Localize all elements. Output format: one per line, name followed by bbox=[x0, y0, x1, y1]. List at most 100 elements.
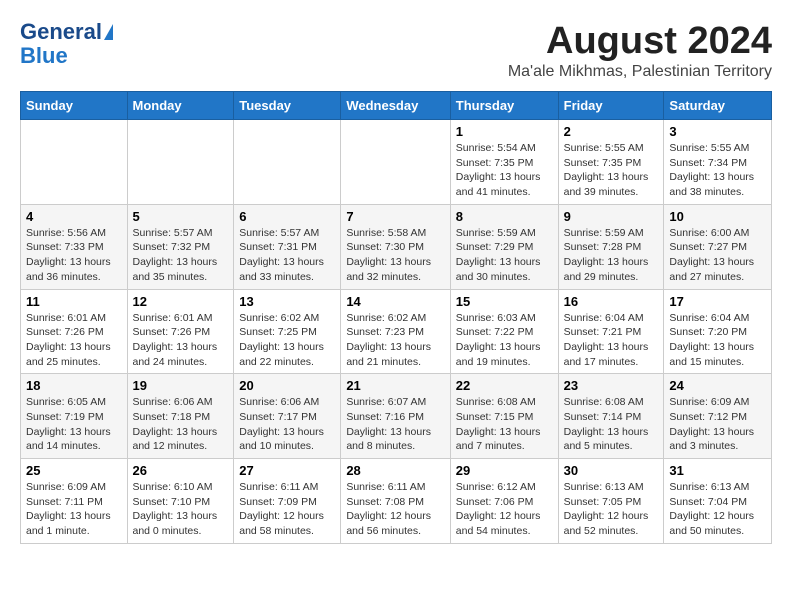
day-number: 14 bbox=[346, 294, 444, 309]
day-info: Sunrise: 5:58 AM Sunset: 7:30 PM Dayligh… bbox=[346, 226, 444, 285]
calendar-day-cell: 15 Sunrise: 6:03 AM Sunset: 7:22 PM Dayli… bbox=[450, 289, 558, 374]
calendar-week-row: 11 Sunrise: 6:01 AM Sunset: 7:26 PM Dayli… bbox=[21, 289, 772, 374]
day-number: 3 bbox=[669, 124, 766, 139]
day-info: Sunrise: 6:08 AM Sunset: 7:15 PM Dayligh… bbox=[456, 395, 553, 454]
calendar-day-cell: 16Sunrise: 6:04 AM Sunset: 7:21 PM Dayli… bbox=[558, 289, 664, 374]
calendar-day-cell: 5 Sunrise: 5:57 AM Sunset: 7:32 PM Daylig… bbox=[127, 204, 234, 289]
day-info: Sunrise: 5:55 AM Sunset: 7:34 PM Dayligh… bbox=[669, 141, 766, 200]
calendar-day-cell: 13Sunrise: 6:02 AM Sunset: 7:25 PM Dayli… bbox=[234, 289, 341, 374]
day-number: 25 bbox=[26, 463, 122, 478]
day-info: Sunrise: 6:06 AM Sunset: 7:18 PM Dayligh… bbox=[133, 395, 229, 454]
day-of-week-header: Monday bbox=[127, 92, 234, 120]
calendar-day-cell bbox=[341, 120, 450, 205]
day-info: Sunrise: 6:11 AM Sunset: 7:08 PM Dayligh… bbox=[346, 480, 444, 539]
calendar-day-cell bbox=[21, 120, 128, 205]
calendar-day-cell: 24Sunrise: 6:09 AM Sunset: 7:12 PM Dayli… bbox=[664, 374, 772, 459]
calendar-day-cell: 18 Sunrise: 6:05 AM Sunset: 7:19 PM Dayli… bbox=[21, 374, 128, 459]
calendar-day-cell: 31 Sunrise: 6:13 AM Sunset: 7:04 PM Dayli… bbox=[664, 459, 772, 544]
calendar-day-cell: 7 Sunrise: 5:58 AM Sunset: 7:30 PM Daylig… bbox=[341, 204, 450, 289]
day-number: 30 bbox=[564, 463, 659, 478]
day-info: Sunrise: 6:08 AM Sunset: 7:14 PM Dayligh… bbox=[564, 395, 659, 454]
day-info: Sunrise: 6:02 AM Sunset: 7:25 PM Dayligh… bbox=[239, 311, 335, 370]
day-info: Sunrise: 6:09 AM Sunset: 7:11 PM Dayligh… bbox=[26, 480, 122, 539]
calendar-day-cell: 2Sunrise: 5:55 AM Sunset: 7:35 PM Daylig… bbox=[558, 120, 664, 205]
day-number: 9 bbox=[564, 209, 659, 224]
calendar-day-cell: 17Sunrise: 6:04 AM Sunset: 7:20 PM Dayli… bbox=[664, 289, 772, 374]
day-info: Sunrise: 5:57 AM Sunset: 7:31 PM Dayligh… bbox=[239, 226, 335, 285]
day-of-week-header: Friday bbox=[558, 92, 664, 120]
day-info: Sunrise: 6:10 AM Sunset: 7:10 PM Dayligh… bbox=[133, 480, 229, 539]
location-subtitle: Ma'ale Mikhmas, Palestinian Territory bbox=[508, 63, 772, 81]
day-info: Sunrise: 6:13 AM Sunset: 7:04 PM Dayligh… bbox=[669, 480, 766, 539]
day-info: Sunrise: 6:03 AM Sunset: 7:22 PM Dayligh… bbox=[456, 311, 553, 370]
calendar-day-cell: 10Sunrise: 6:00 AM Sunset: 7:27 PM Dayli… bbox=[664, 204, 772, 289]
day-number: 24 bbox=[669, 378, 766, 393]
calendar-day-cell: 4 Sunrise: 5:56 AM Sunset: 7:33 PM Daylig… bbox=[21, 204, 128, 289]
month-year-title: August 2024 bbox=[508, 20, 772, 63]
day-number: 22 bbox=[456, 378, 553, 393]
day-number: 20 bbox=[239, 378, 335, 393]
day-number: 29 bbox=[456, 463, 553, 478]
calendar-day-cell: 9Sunrise: 5:59 AM Sunset: 7:28 PM Daylig… bbox=[558, 204, 664, 289]
day-number: 31 bbox=[669, 463, 766, 478]
day-info: Sunrise: 5:59 AM Sunset: 7:29 PM Dayligh… bbox=[456, 226, 553, 285]
day-number: 5 bbox=[133, 209, 229, 224]
day-number: 16 bbox=[564, 294, 659, 309]
day-number: 7 bbox=[346, 209, 444, 224]
day-info: Sunrise: 6:11 AM Sunset: 7:09 PM Dayligh… bbox=[239, 480, 335, 539]
calendar-day-cell bbox=[234, 120, 341, 205]
calendar-day-cell: 30 Sunrise: 6:13 AM Sunset: 7:05 PM Dayli… bbox=[558, 459, 664, 544]
calendar-day-cell: 26Sunrise: 6:10 AM Sunset: 7:10 PM Dayli… bbox=[127, 459, 234, 544]
calendar-day-cell: 6 Sunrise: 5:57 AM Sunset: 7:31 PM Daylig… bbox=[234, 204, 341, 289]
day-of-week-header: Sunday bbox=[21, 92, 128, 120]
calendar-day-cell: 28 Sunrise: 6:11 AM Sunset: 7:08 PM Dayli… bbox=[341, 459, 450, 544]
day-of-week-header: Tuesday bbox=[234, 92, 341, 120]
day-info: Sunrise: 5:54 AM Sunset: 7:35 PM Dayligh… bbox=[456, 141, 553, 200]
day-of-week-header: Saturday bbox=[664, 92, 772, 120]
day-info: Sunrise: 6:13 AM Sunset: 7:05 PM Dayligh… bbox=[564, 480, 659, 539]
day-number: 11 bbox=[26, 294, 122, 309]
calendar-week-row: 4 Sunrise: 5:56 AM Sunset: 7:33 PM Daylig… bbox=[21, 204, 772, 289]
calendar-day-cell: 1 Sunrise: 5:54 AM Sunset: 7:35 PM Daylig… bbox=[450, 120, 558, 205]
logo-triangle-icon bbox=[104, 24, 113, 40]
day-info: Sunrise: 6:07 AM Sunset: 7:16 PM Dayligh… bbox=[346, 395, 444, 454]
calendar-table: SundayMondayTuesdayWednesdayThursdayFrid… bbox=[20, 91, 772, 544]
calendar-day-cell: 19Sunrise: 6:06 AM Sunset: 7:18 PM Dayli… bbox=[127, 374, 234, 459]
day-number: 21 bbox=[346, 378, 444, 393]
calendar-day-cell: 20 Sunrise: 6:06 AM Sunset: 7:17 PM Dayli… bbox=[234, 374, 341, 459]
calendar-day-cell: 14 Sunrise: 6:02 AM Sunset: 7:23 PM Dayli… bbox=[341, 289, 450, 374]
day-number: 1 bbox=[456, 124, 553, 139]
day-info: Sunrise: 6:12 AM Sunset: 7:06 PM Dayligh… bbox=[456, 480, 553, 539]
day-of-week-header: Thursday bbox=[450, 92, 558, 120]
day-number: 28 bbox=[346, 463, 444, 478]
calendar-day-cell: 29 Sunrise: 6:12 AM Sunset: 7:06 PM Dayli… bbox=[450, 459, 558, 544]
calendar-day-cell: 23Sunrise: 6:08 AM Sunset: 7:14 PM Dayli… bbox=[558, 374, 664, 459]
calendar-week-row: 1 Sunrise: 5:54 AM Sunset: 7:35 PM Daylig… bbox=[21, 120, 772, 205]
page-header: General Blue August 2024 Ma'ale Mikhmas,… bbox=[20, 20, 772, 81]
day-number: 18 bbox=[26, 378, 122, 393]
day-number: 8 bbox=[456, 209, 553, 224]
calendar-day-cell: 12Sunrise: 6:01 AM Sunset: 7:26 PM Dayli… bbox=[127, 289, 234, 374]
day-info: Sunrise: 6:05 AM Sunset: 7:19 PM Dayligh… bbox=[26, 395, 122, 454]
calendar-day-cell: 8 Sunrise: 5:59 AM Sunset: 7:29 PM Daylig… bbox=[450, 204, 558, 289]
day-number: 4 bbox=[26, 209, 122, 224]
day-info: Sunrise: 6:06 AM Sunset: 7:17 PM Dayligh… bbox=[239, 395, 335, 454]
day-number: 6 bbox=[239, 209, 335, 224]
day-number: 10 bbox=[669, 209, 766, 224]
day-info: Sunrise: 6:01 AM Sunset: 7:26 PM Dayligh… bbox=[26, 311, 122, 370]
day-number: 12 bbox=[133, 294, 229, 309]
day-number: 15 bbox=[456, 294, 553, 309]
day-info: Sunrise: 5:55 AM Sunset: 7:35 PM Dayligh… bbox=[564, 141, 659, 200]
logo-blue: Blue bbox=[20, 44, 68, 68]
day-info: Sunrise: 5:56 AM Sunset: 7:33 PM Dayligh… bbox=[26, 226, 122, 285]
calendar-week-row: 25 Sunrise: 6:09 AM Sunset: 7:11 PM Dayli… bbox=[21, 459, 772, 544]
logo: General Blue bbox=[20, 20, 113, 68]
day-info: Sunrise: 6:02 AM Sunset: 7:23 PM Dayligh… bbox=[346, 311, 444, 370]
calendar-day-cell: 11 Sunrise: 6:01 AM Sunset: 7:26 PM Dayli… bbox=[21, 289, 128, 374]
title-block: August 2024 Ma'ale Mikhmas, Palestinian … bbox=[508, 20, 772, 81]
calendar-day-cell: 21 Sunrise: 6:07 AM Sunset: 7:16 PM Dayli… bbox=[341, 374, 450, 459]
logo-general: General bbox=[20, 20, 102, 44]
day-of-week-header: Wednesday bbox=[341, 92, 450, 120]
day-info: Sunrise: 5:57 AM Sunset: 7:32 PM Dayligh… bbox=[133, 226, 229, 285]
day-number: 17 bbox=[669, 294, 766, 309]
